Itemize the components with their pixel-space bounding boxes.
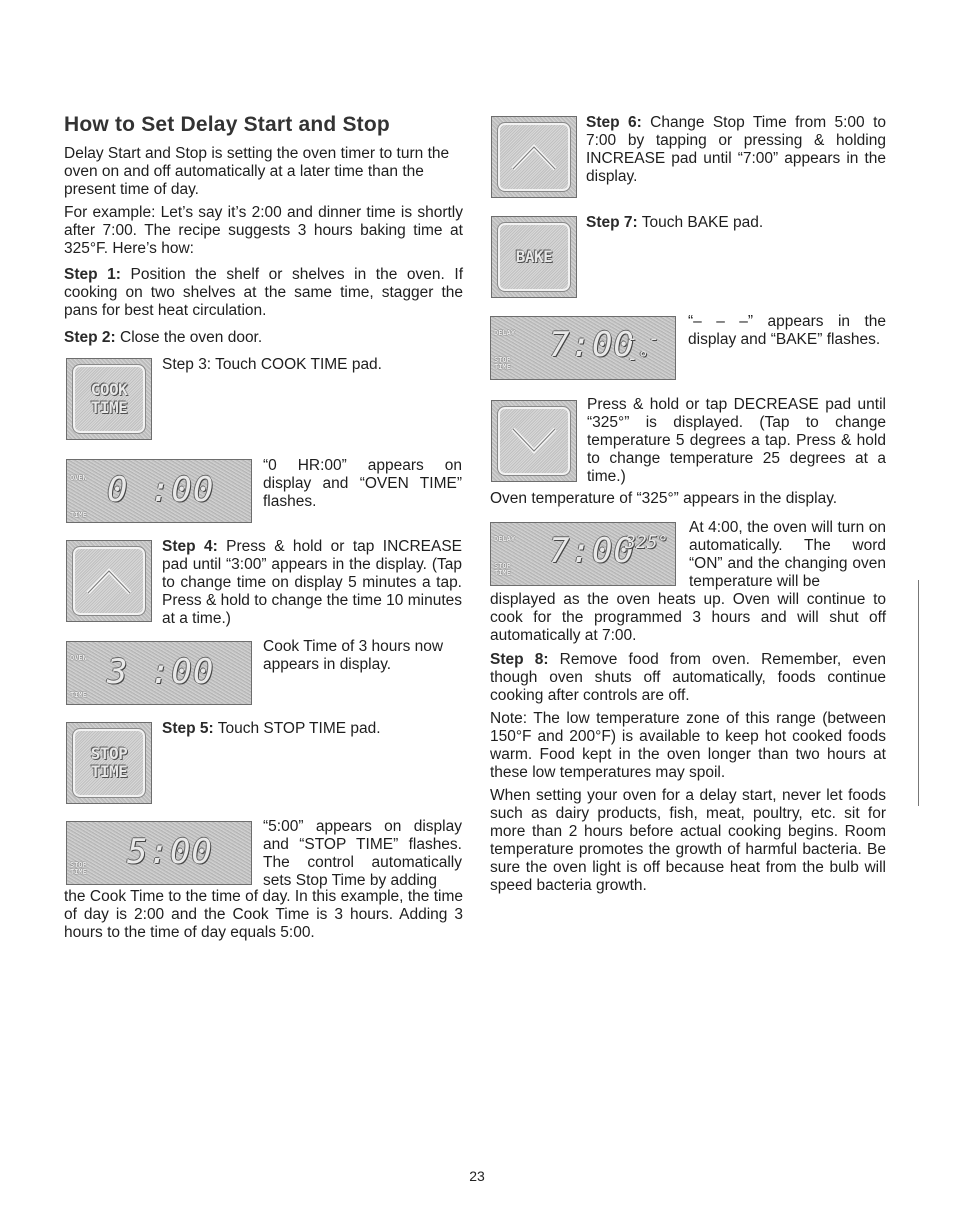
- step-6: Step 6: Change Stop Time from 5:00 to 7:…: [586, 114, 886, 186]
- intro-paragraph: Delay Start and Stop is setting the oven…: [64, 145, 450, 198]
- step-2-text: Close the oven door.: [115, 329, 263, 346]
- display-delay-325: DELAY STOP TIME 7:00 325°: [490, 522, 676, 586]
- temperature-display-text: Oven temperature of “325°” appears in th…: [490, 490, 838, 507]
- increase-pad[interactable]: [66, 540, 152, 622]
- display-tag-top: OVEN: [70, 654, 87, 662]
- step-4-label: Step 4:: [162, 538, 218, 555]
- display-temp: 325°: [625, 532, 669, 553]
- chevron-up-icon: [86, 568, 132, 595]
- display-cook-time-3: OVEN TIME 3 :00: [66, 641, 252, 705]
- step-2: Step 2: Close the oven door.: [64, 329, 463, 347]
- step-3: Step 3: Touch COOK TIME pad.: [162, 356, 462, 374]
- bake-pad[interactable]: BAKE: [491, 216, 577, 298]
- cook-time-pad-label-1: COOK: [90, 380, 128, 399]
- step-8: Step 8: Remove food from oven. Remember,…: [490, 651, 886, 705]
- increase-pad-step-6[interactable]: [491, 116, 577, 198]
- step-1-label: Step 1:: [64, 266, 121, 283]
- step-7-text: Touch BAKE pad.: [637, 214, 764, 231]
- step-1-text: Position the shelf or shelves in the ove…: [64, 266, 463, 319]
- display-temp: - - -°: [627, 328, 660, 369]
- step-7-label: Step 7:: [586, 214, 638, 231]
- note-paragraph: Note: The low temperature zone of this r…: [490, 710, 886, 781]
- chevron-up-icon: [511, 144, 557, 171]
- display-tag-top: DELAY: [494, 535, 516, 543]
- stop-time-pad[interactable]: STOP TIME: [66, 722, 152, 804]
- step-3-text: Touch COOK TIME pad.: [211, 356, 382, 373]
- display-tag-bottom: STOP TIME: [70, 861, 87, 876]
- step-7-display-text: “– – –” appears in the display and “BAKE…: [688, 313, 886, 348]
- display-oven-time-0: OVEN TIME 0 :00: [66, 459, 252, 523]
- bake-pad-label: BAKE: [515, 247, 553, 266]
- step-5: Step 5: Touch STOP TIME pad.: [162, 720, 462, 738]
- decrease-instructions: Press & hold or tap DECREASE pad until “…: [587, 396, 886, 485]
- decrease-pad[interactable]: [491, 400, 577, 482]
- display-digits: 3 :00: [107, 652, 215, 692]
- step-4: Step 4: Press & hold or tap INCREASE pad…: [162, 538, 462, 628]
- step-5-display-text: “5:00” appears on display and “STOP TIME…: [263, 818, 462, 889]
- page-number: 23: [469, 1168, 485, 1184]
- step-1: Step 1: Position the shelf or shelves in…: [64, 266, 463, 320]
- step-5-display-text-continued: the Cook Time to the time of day. In thi…: [64, 888, 463, 941]
- display-tag-top: OVEN: [70, 474, 87, 482]
- auto-on-text-continued: displayed as the oven heats up. Oven wil…: [490, 591, 886, 644]
- page-title: How to Set Delay Start and Stop: [64, 113, 390, 136]
- cook-time-pad-label-2: TIME: [90, 398, 128, 417]
- display-stop-time-5: STOP TIME 5:00: [66, 821, 252, 885]
- stop-time-pad-label-1: STOP: [90, 744, 128, 763]
- step-8-label: Step 8:: [490, 651, 549, 668]
- display-digits: 7:00: [549, 531, 635, 571]
- step-4-display-text: Cook Time of 3 hours now appears in disp…: [263, 638, 444, 673]
- chevron-down-icon: [511, 427, 557, 454]
- step-5-text: Touch STOP TIME pad.: [213, 720, 381, 737]
- step-5-label: Step 5:: [162, 720, 214, 737]
- auto-on-text: At 4:00, the oven will turn on automatic…: [689, 519, 886, 590]
- display-tag-bottom: TIME: [70, 511, 87, 519]
- display-tag-bottom: TIME: [70, 691, 87, 699]
- example-paragraph: For example: Let’s say it’s 2:00 and din…: [64, 204, 463, 257]
- display-tag-bottom: STOP TIME: [494, 356, 511, 371]
- stop-time-pad-label-2: TIME: [90, 762, 128, 781]
- display-digits: 7:00: [549, 325, 635, 365]
- margin-rule: [918, 580, 919, 806]
- step-6-label: Step 6:: [586, 114, 642, 131]
- display-bake-dashes: DELAY STOP TIME 7:00 - - -°: [490, 316, 676, 380]
- warning-paragraph: When setting your oven for a delay start…: [490, 787, 886, 894]
- display-tag-top: DELAY: [494, 329, 516, 337]
- display-digits: 0 :00: [107, 470, 215, 510]
- step-7: Step 7: Touch BAKE pad.: [586, 214, 886, 232]
- display-digits: 5:00: [127, 832, 213, 872]
- step-3-label: Step 3:: [162, 356, 212, 373]
- display-tag-bottom: STOP TIME: [494, 562, 511, 577]
- cook-time-pad[interactable]: COOK TIME: [66, 358, 152, 440]
- step-3-display-text: “0 HR:00” appears on display and “OVEN T…: [263, 457, 462, 510]
- step-2-label: Step 2:: [64, 329, 116, 346]
- step-8-text: Remove food from oven. Remember, even th…: [490, 651, 886, 704]
